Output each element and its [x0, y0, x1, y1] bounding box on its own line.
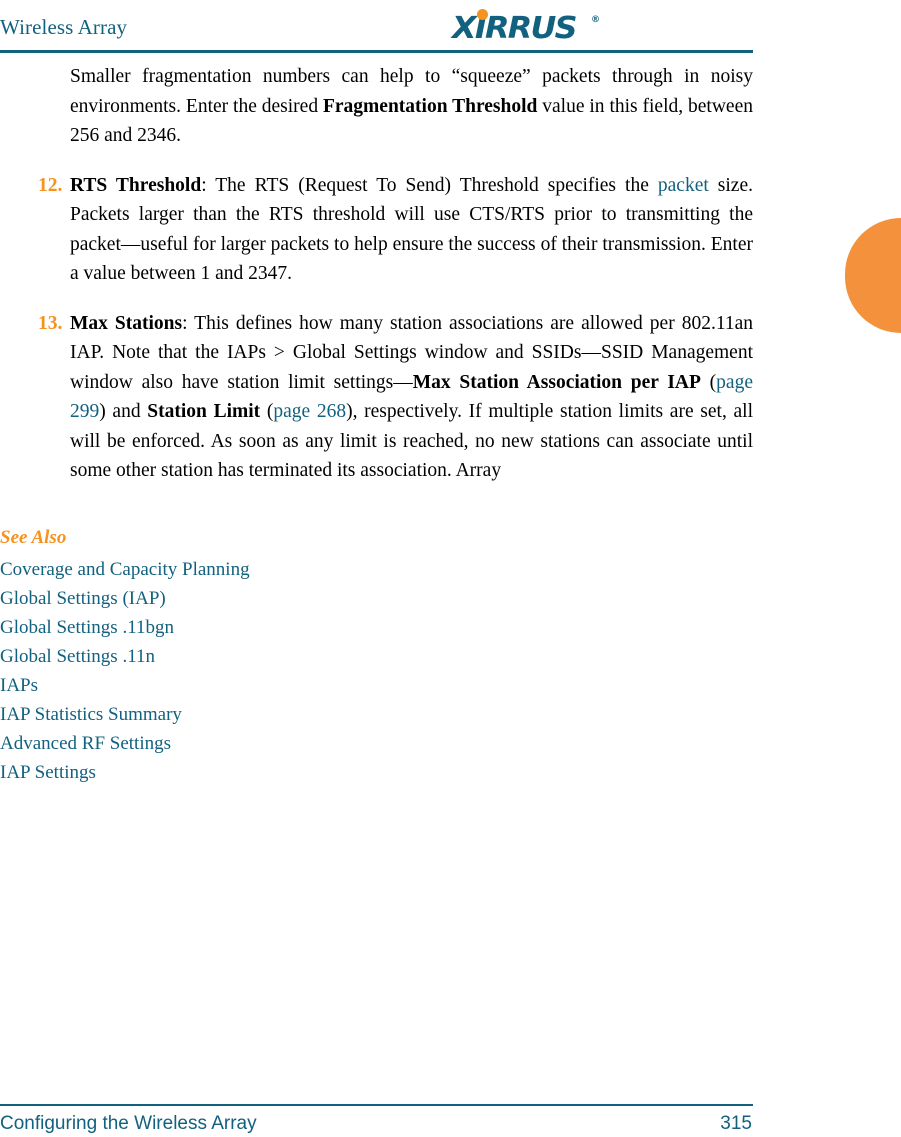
paragraph-fragmentation-threshold: Smaller fragmentation numbers can help t… [70, 62, 753, 151]
list-item-number: 13. [38, 312, 63, 334]
page-header: Wireless Array XIRRUS ® [0, 0, 753, 53]
page-footer: Configuring the Wireless Array 315 [0, 1090, 753, 1137]
footer-divider [0, 1104, 753, 1106]
header-divider [0, 50, 753, 53]
list-item: IAP Settings [0, 758, 500, 787]
registered-trademark-icon: ® [591, 15, 600, 25]
bold-term-station-limit: Station Limit [147, 401, 261, 422]
list-item-number: 12. [38, 174, 63, 196]
list-item: IAPs [0, 671, 500, 700]
document-body: Smaller fragmentation numbers can help t… [0, 62, 753, 486]
see-also-link-coverage-and-capacity-planning[interactable]: Coverage and Capacity Planning [0, 559, 250, 580]
footer-page-number: 315 [720, 1113, 752, 1134]
see-also-link-global-settings-11n[interactable]: Global Settings .11n [0, 646, 155, 667]
xirrus-logo-dot-icon [477, 9, 488, 20]
list-item: IAP Statistics Summary [0, 700, 500, 729]
link-packet[interactable]: packet [658, 175, 709, 196]
list-item: Global Settings (IAP) [0, 584, 500, 613]
footer-chapter-title: Configuring the Wireless Array [0, 1113, 257, 1134]
bold-term-rts-threshold: RTS Threshold [70, 174, 202, 196]
list-item-body: RTS Threshold: The RTS (Request To Send)… [70, 171, 753, 289]
see-also-link-iaps[interactable]: IAPs [0, 675, 38, 696]
xirrus-logo: XIRRUS ® [452, 8, 604, 46]
see-also-heading: See Also [0, 527, 67, 548]
xirrus-wordmark: XIRRUS [452, 11, 578, 46]
list-item: Advanced RF Settings [0, 729, 500, 758]
list-item-text-part: ( [700, 371, 717, 393]
see-also-section: See Also Coverage and Capacity Planning … [0, 526, 500, 787]
see-also-link-advanced-rf-settings[interactable]: Advanced RF Settings [0, 733, 171, 754]
running-header-title: Wireless Array [0, 15, 128, 39]
link-page-268[interactable]: page 268 [273, 401, 346, 422]
list-item-body: Max Stations: This defines how many stat… [70, 309, 753, 486]
bold-term-max-stations: Max Stations [70, 312, 183, 334]
list-item: 12. RTS Threshold: The RTS (Request To S… [0, 171, 753, 289]
list-item: Global Settings .11bgn [0, 613, 500, 642]
see-also-link-global-settings-iap[interactable]: Global Settings (IAP) [0, 588, 166, 609]
list-item: Coverage and Capacity Planning [0, 555, 500, 584]
bold-term-fragmentation-threshold: Fragmentation Threshold [322, 95, 538, 117]
see-also-link-iap-settings[interactable]: IAP Settings [0, 762, 96, 783]
see-also-link-iap-statistics-summary[interactable]: IAP Statistics Summary [0, 704, 182, 725]
see-also-link-list: Coverage and Capacity Planning Global Se… [0, 555, 500, 787]
bold-term-max-station-association-per-iap: Max Station Association per IAP [412, 371, 701, 393]
list-item: 13. Max Stations: This defines how many … [0, 309, 753, 486]
see-also-link-global-settings-11bgn[interactable]: Global Settings .11bgn [0, 617, 174, 638]
list-item: Global Settings .11n [0, 642, 500, 671]
list-item-text-part: : The RTS (Request To Send) Threshold sp… [201, 174, 658, 196]
list-item-text-part: ) and [99, 401, 148, 422]
chapter-thumb-tab [845, 218, 901, 333]
list-item-text-part: ( [260, 401, 274, 422]
